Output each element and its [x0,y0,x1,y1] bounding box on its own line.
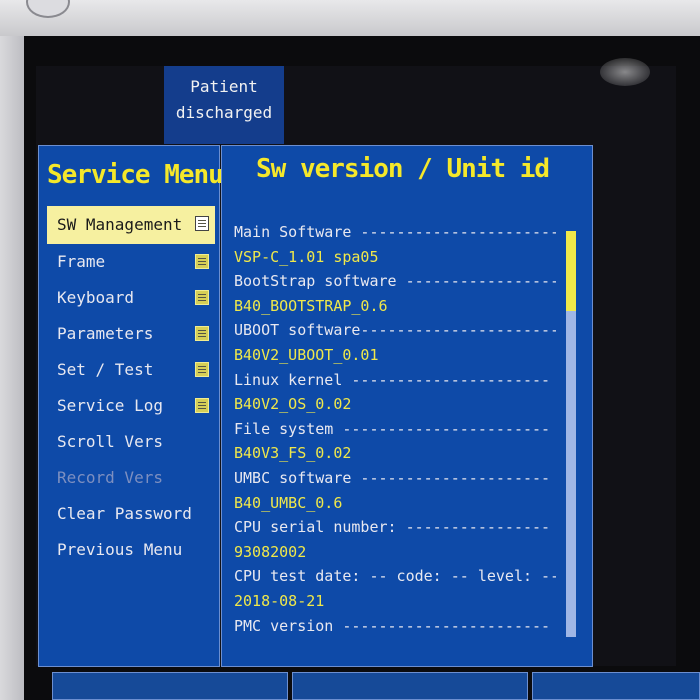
menu-item-record-vers: Record Vers [47,460,215,496]
menu-item-keyboard[interactable]: Keyboard [47,280,215,316]
menu-item-label: Previous Menu [57,540,183,559]
menu-item-label: Set / Test [57,360,154,379]
monitor-bezel-left [0,36,24,700]
menu-item-label: SW Management [57,215,183,234]
version-value: 93082002 [234,542,307,561]
menu-item-service-log[interactable]: Service Log [47,388,215,424]
scrollbar-thumb[interactable] [566,231,576,311]
version-value: B40V2_UBOOT_0.01 [234,345,379,364]
version-label: PMC version ----------------------- [234,616,551,635]
menu-item-label: Clear Password [57,504,192,523]
menu-item-label: Keyboard [57,288,135,307]
scrollbar[interactable] [566,231,576,637]
menu-item-label: Parameters [57,324,154,343]
version-value: B40V2_OS_0.02 [234,395,352,414]
version-label: Linux kernel ---------------------- [234,370,551,389]
menu-item-previous-menu[interactable]: Previous Menu [47,532,215,568]
menu-item-label: Scroll Vers [57,432,163,451]
screen-glare [600,58,650,86]
menu-item-clear-password[interactable]: Clear Password [47,496,215,532]
version-label: CPU test date: -- code: -- level: -- [234,567,556,586]
bottom-softkey-3[interactable] [532,672,700,700]
menu-item-frame[interactable]: Frame [47,244,215,280]
version-label: UBOOT software---------------------- [234,321,556,340]
service-menu-list: SW Management Frame Keyboard Parameters Set … [47,206,215,568]
menu-item-sw-management[interactable]: SW Management [47,206,215,244]
patient-status-line-2: discharged [175,103,273,122]
document-icon [195,216,209,231]
version-value: B40_UMBC_0.6 [234,493,343,512]
patient-status-line-1: Patient [190,77,258,96]
menu-item-label: Service Log [57,396,163,415]
version-value: B40V3_FS_0.02 [234,444,352,463]
document-icon [195,362,209,377]
version-label: UMBC software --------------------- [234,468,551,487]
document-icon [195,254,209,269]
document-icon [195,326,209,341]
bottom-softkey-2[interactable] [292,672,528,700]
version-value: VSP-C_1.01 spa05 [234,247,379,266]
menu-item-label: Record Vers [57,468,163,487]
document-icon [195,290,209,305]
version-label: File system ----------------------- [234,419,551,438]
service-menu-title: Service Menu [47,160,224,190]
brand-logo [26,0,70,18]
version-label: CPU serial number: ---------------- [234,518,551,537]
bottom-softkey-1[interactable] [52,672,288,700]
menu-item-label: Frame [57,252,106,271]
monitor-bezel-top [0,0,700,36]
service-menu-panel: Service Menu SW Management Frame Keyboard P… [38,145,224,667]
version-label: BootStrap software ----------------- [234,272,556,291]
sw-version-panel: Sw version / Unit id Main Software -----… [221,145,593,667]
menu-item-parameters[interactable]: Parameters [47,316,215,352]
menu-item-scroll-vers[interactable]: Scroll Vers [47,424,215,460]
document-icon [195,398,209,413]
patient-status-box: Patient discharged [164,66,284,144]
sw-version-list: Main Software ----------------------- VSP… [234,220,556,638]
menu-item-set-test[interactable]: Set / Test [47,352,215,388]
sw-version-title: Sw version / Unit id [256,154,550,184]
version-label: Main Software ----------------------- [234,223,556,241]
version-value: 2018-08-21 [234,591,325,610]
version-value: B40_BOOTSTRAP_0.6 [234,296,388,315]
